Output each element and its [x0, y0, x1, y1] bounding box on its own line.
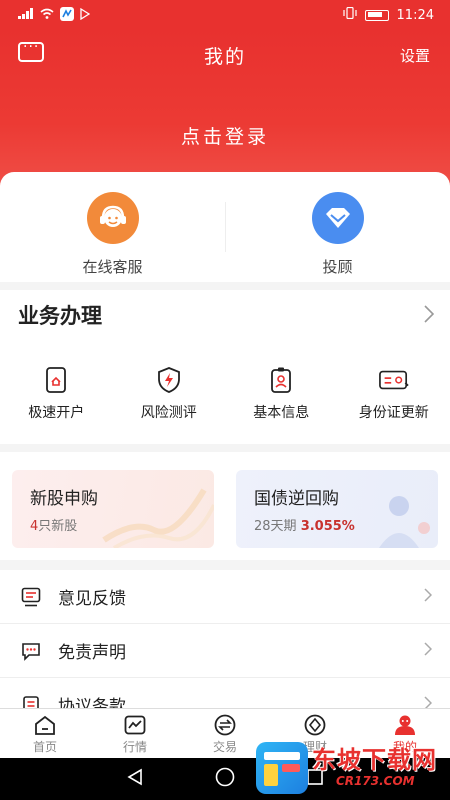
diamond-icon	[311, 192, 364, 244]
disclaimer-icon	[20, 640, 42, 662]
login-button[interactable]: 点击登录	[0, 122, 450, 149]
tab-label: 首页	[32, 740, 57, 754]
tab-label: 理财	[302, 740, 327, 754]
page-title: 我的	[203, 46, 246, 68]
finance-icon	[303, 714, 327, 736]
ipo-card[interactable]: 新股申购 4只新股	[12, 470, 214, 548]
business-item-label: 身份证更新	[358, 405, 429, 421]
promo-section: 新股申购 4只新股 国债逆回购 28天期 3.055%	[0, 452, 450, 560]
phone-account-icon	[41, 366, 71, 394]
tab-trade[interactable]: 交易	[180, 709, 270, 758]
profile-icon	[393, 714, 417, 736]
back-icon[interactable]	[126, 768, 144, 790]
list-item-disclaimer[interactable]: 免责声明	[0, 624, 450, 678]
tab-finance[interactable]: 理财	[270, 709, 360, 758]
vibrate-icon	[342, 6, 357, 23]
tab-mine[interactable]: 我的	[360, 709, 450, 758]
tab-label: 行情	[122, 740, 147, 754]
advisor-button[interactable]: 投顾	[225, 172, 450, 282]
tab-market[interactable]: 行情	[90, 709, 180, 758]
recents-icon[interactable]	[306, 768, 324, 790]
quick-account-opening-button[interactable]: 极速开户	[0, 366, 113, 422]
app-notification-icon	[60, 6, 74, 24]
wifi-icon	[40, 8, 54, 22]
battery-icon	[364, 9, 389, 21]
list-item-feedback[interactable]: 意见反馈	[0, 570, 450, 624]
online-service-button[interactable]: 在线客服	[0, 172, 225, 282]
person-decoration-icon	[379, 496, 430, 548]
id-badge-icon	[266, 366, 296, 394]
chevron-right-icon[interactable]	[424, 304, 435, 328]
home-circle-icon[interactable]	[215, 767, 235, 791]
tab-label: 交易	[212, 740, 237, 754]
signal-icon	[18, 8, 34, 22]
bottom-tab-bar: 首页 行情 交易 理财 我的	[0, 708, 450, 758]
shield-lightning-icon	[154, 366, 184, 394]
basic-info-button[interactable]: 基本信息	[225, 366, 338, 422]
status-time: 11:24	[396, 7, 434, 23]
id-card-icon	[378, 366, 409, 394]
risk-assessment-button[interactable]: 风险测评	[113, 366, 226, 422]
headset-icon	[86, 192, 139, 244]
status-bar: 11:24	[0, 0, 450, 30]
play-notification-icon	[80, 7, 91, 23]
home-icon	[33, 714, 57, 736]
advisor-label: 投顾	[322, 258, 353, 276]
chevron-right-icon	[424, 640, 433, 661]
divider	[225, 202, 226, 252]
feedback-icon	[20, 586, 42, 608]
list-item-label: 免责声明	[58, 643, 126, 663]
ipo-count-suffix: 只新股	[38, 519, 78, 534]
chart-icon	[123, 714, 147, 736]
treasury-repo-card[interactable]: 国债逆回购 28天期 3.055%	[236, 470, 438, 548]
repo-term: 28天期	[254, 519, 297, 534]
tab-label: 我的	[392, 740, 417, 754]
list-item-label: 意见反馈	[58, 589, 126, 609]
business-section: 业务办理 极速开户 风险测评 基本信息 身份证更新	[0, 290, 450, 444]
business-item-label: 极速开户	[28, 405, 85, 421]
settings-list: 意见反馈 免责声明 协议条款	[0, 570, 450, 710]
business-item-label: 风险测评	[140, 405, 197, 421]
service-label: 在线客服	[82, 258, 143, 276]
system-nav-bar	[0, 758, 450, 800]
wave-decoration-icon	[102, 488, 214, 548]
id-card-update-button[interactable]: 身份证更新	[338, 366, 450, 422]
tab-home[interactable]: 首页	[0, 709, 90, 758]
business-item-label: 基本信息	[253, 405, 310, 421]
repo-rate: 3.055%	[300, 519, 355, 534]
settings-button[interactable]: 设置	[400, 45, 430, 66]
chevron-right-icon	[424, 586, 433, 607]
section-title: 业务办理	[18, 304, 102, 328]
exchange-icon	[213, 714, 237, 736]
list-item-agreement[interactable]: 协议条款	[0, 678, 450, 710]
quick-services-card: 在线客服 投顾	[0, 172, 450, 282]
